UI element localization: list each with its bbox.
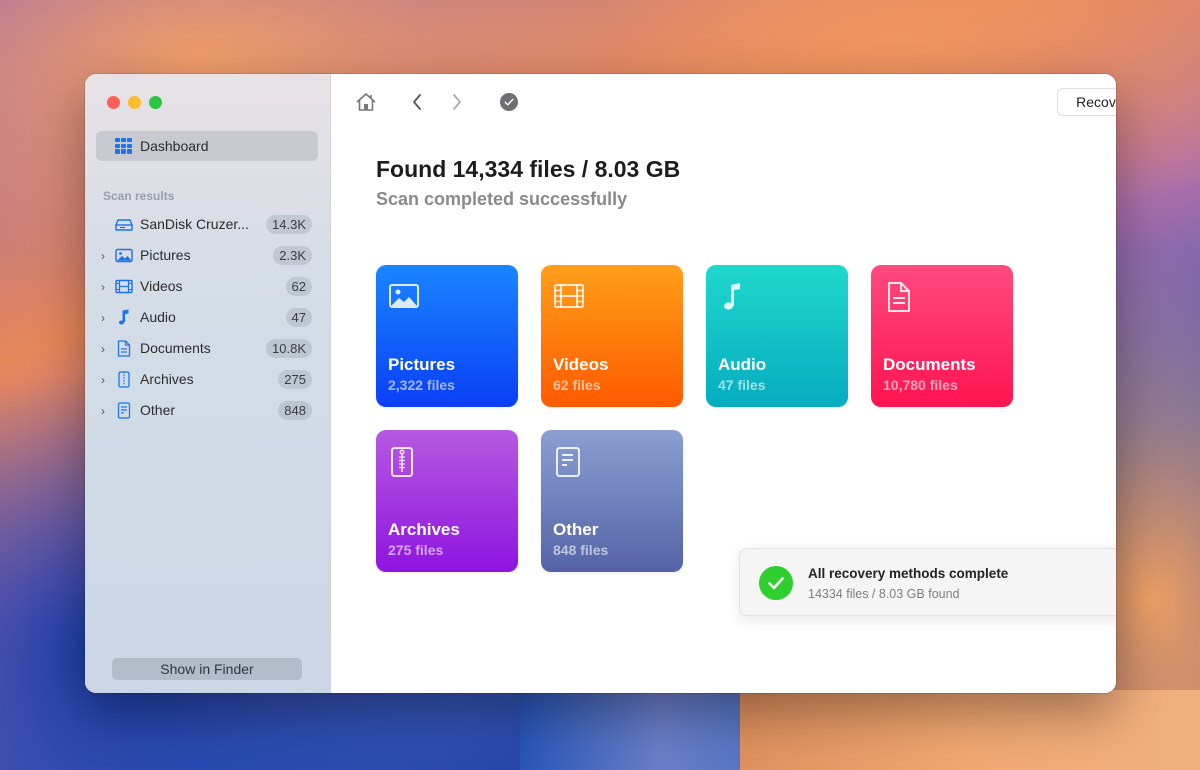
back-icon[interactable] xyxy=(411,92,423,112)
count-badge: 14.3K xyxy=(266,215,312,234)
tile-count: 848 files xyxy=(553,542,609,558)
wallpaper-stripe xyxy=(740,690,1200,770)
checkmark-circle-icon[interactable] xyxy=(500,93,518,111)
tile-count: 62 files xyxy=(553,377,601,393)
other-file-icon xyxy=(556,447,580,477)
sidebar-item-label: SanDisk Cruzer... xyxy=(140,216,249,232)
tile-count: 10,780 files xyxy=(883,377,958,393)
section-label: Scan results xyxy=(103,189,175,203)
sidebar-item-videos[interactable]: › Videos 62 xyxy=(85,271,331,302)
tile-count: 275 files xyxy=(388,542,444,558)
home-icon[interactable] xyxy=(355,92,377,112)
archive-icon xyxy=(391,447,413,477)
chevron-right-icon[interactable]: › xyxy=(101,280,111,294)
grid-icon xyxy=(115,138,132,154)
tile-name: Audio xyxy=(718,355,767,374)
film-icon xyxy=(115,279,133,294)
chevron-right-icon[interactable]: › xyxy=(101,311,111,325)
scan-results-tree: SanDisk Cruzer... 14.3K › Pictures 2.3K … xyxy=(85,209,331,426)
category-tile-other[interactable]: Other 848 files xyxy=(541,430,683,572)
music-note-icon xyxy=(724,283,740,310)
page-title: Found 14,334 files / 8.03 GB xyxy=(376,156,681,182)
toast-title: All recovery methods complete xyxy=(808,566,1009,581)
count-badge: 10.8K xyxy=(266,339,312,358)
tile-name: Archives xyxy=(388,520,460,539)
archive-icon xyxy=(118,371,130,388)
minimize-window-button[interactable] xyxy=(128,96,141,109)
drive-icon xyxy=(115,219,133,231)
forward-icon[interactable] xyxy=(451,92,463,112)
app-window: Dashboard Scan results SanDisk Cruzer...… xyxy=(85,74,1116,693)
category-tile-documents[interactable]: Documents 10,780 files xyxy=(871,265,1013,407)
sidebar-item-label: Dashboard xyxy=(140,138,209,154)
film-icon xyxy=(554,284,584,308)
count-badge: 2.3K xyxy=(273,246,312,265)
document-icon xyxy=(888,282,910,312)
sidebar-item-label: Documents xyxy=(140,340,211,356)
sidebar-item-pictures[interactable]: › Pictures 2.3K xyxy=(85,240,331,271)
window-controls xyxy=(107,96,162,109)
sidebar-item-other[interactable]: › Other 848 xyxy=(85,395,331,426)
sidebar-item-label: Other xyxy=(140,402,176,418)
toast-subtitle: 14334 files / 8.03 GB found xyxy=(808,587,960,601)
main-content: Recover all... Review found items Found … xyxy=(331,74,1116,693)
other-file-icon xyxy=(117,402,131,419)
sidebar-item-drive[interactable]: SanDisk Cruzer... 14.3K xyxy=(85,209,331,240)
picture-icon xyxy=(115,248,133,263)
recover-all-button[interactable]: Recover all... xyxy=(1057,88,1116,116)
count-badge: 848 xyxy=(278,401,312,420)
sidebar-item-archives[interactable]: › Archives 275 xyxy=(85,364,331,395)
category-tile-archives[interactable]: Archives 275 files xyxy=(376,430,518,572)
category-tile-videos[interactable]: Videos 62 files xyxy=(541,265,683,407)
tile-name: Videos xyxy=(553,355,609,374)
page-subtitle: Scan completed successfully xyxy=(376,189,628,209)
count-badge: 62 xyxy=(285,277,312,296)
sidebar-item-dashboard[interactable]: Dashboard xyxy=(96,131,318,161)
chevron-right-icon[interactable]: › xyxy=(101,342,111,356)
count-badge: 275 xyxy=(278,370,312,389)
chevron-right-icon[interactable]: › xyxy=(101,404,111,418)
show-in-finder-button[interactable]: Show in Finder xyxy=(112,658,302,680)
close-window-button[interactable] xyxy=(107,96,120,109)
sidebar-item-label: Pictures xyxy=(140,247,191,263)
chevron-right-icon[interactable]: › xyxy=(101,373,111,387)
count-badge: 47 xyxy=(285,308,312,327)
success-check-icon xyxy=(759,566,793,600)
tile-count: 2,322 files xyxy=(388,377,455,393)
zoom-window-button[interactable] xyxy=(149,96,162,109)
sidebar-item-label: Videos xyxy=(140,278,183,294)
chevron-right-icon[interactable]: › xyxy=(101,249,111,263)
notification-toast: All recovery methods complete 14334 file… xyxy=(739,548,1116,616)
music-note-icon xyxy=(118,309,129,325)
sidebar: Dashboard Scan results SanDisk Cruzer...… xyxy=(85,74,331,693)
sidebar-item-label: Audio xyxy=(140,309,176,325)
document-icon xyxy=(117,340,131,357)
picture-icon xyxy=(389,284,419,308)
tile-name: Other xyxy=(553,520,599,539)
tile-name: Documents xyxy=(883,355,976,374)
tile-count: 47 files xyxy=(718,377,766,393)
sidebar-item-audio[interactable]: › Audio 47 xyxy=(85,302,331,333)
sidebar-item-label: Archives xyxy=(140,371,194,387)
category-tile-pictures[interactable]: Pictures 2,322 files xyxy=(376,265,518,407)
tile-name: Pictures xyxy=(388,355,456,374)
category-tile-audio[interactable]: Audio 47 files xyxy=(706,265,848,407)
sidebar-item-documents[interactable]: › Documents 10.8K xyxy=(85,333,331,364)
